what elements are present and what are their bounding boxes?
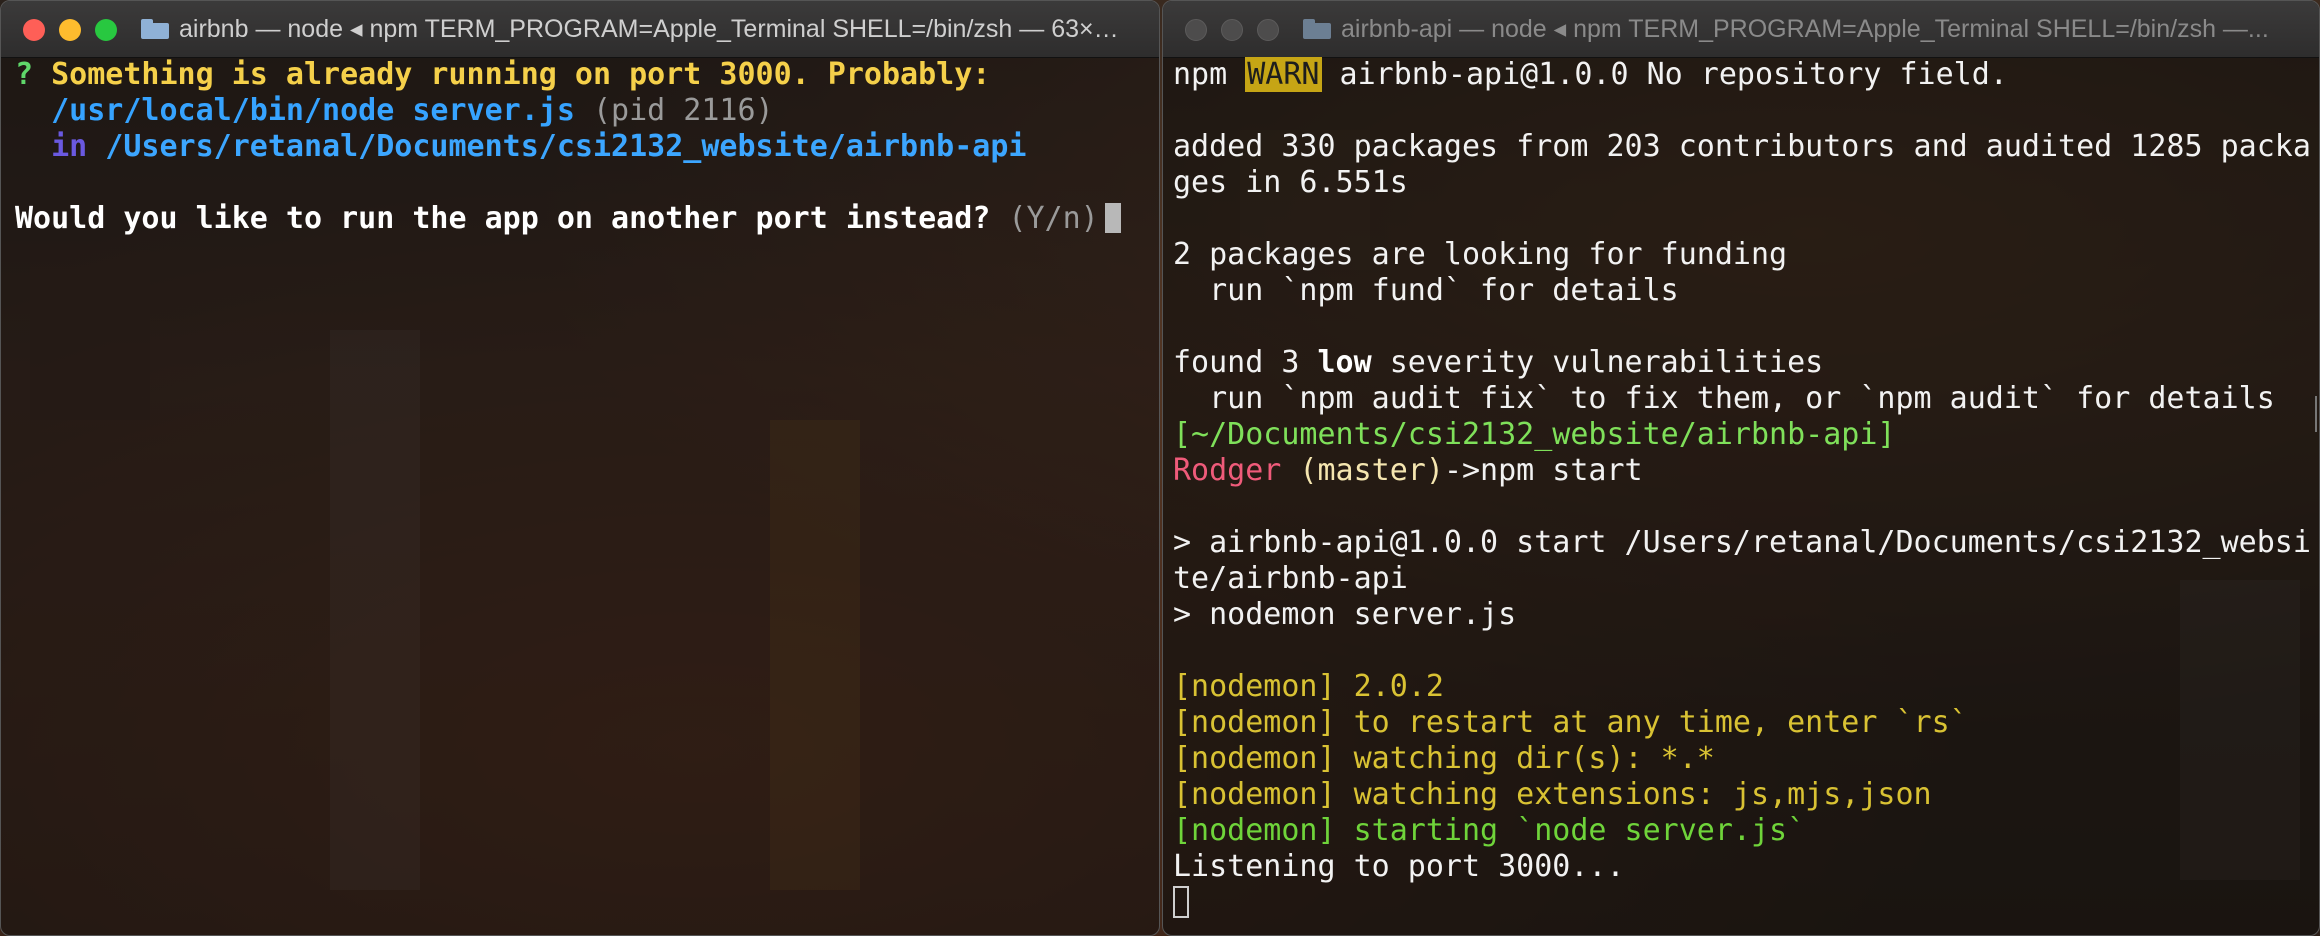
- nodemon-log-line: [nodemon] to restart at any time, enter …: [1173, 705, 1968, 740]
- server-listening-line: Listening to port 3000...: [1173, 849, 1625, 884]
- terminal-line: > airbnb-api@1.0.0 start /Users/retanal/…: [1173, 525, 2311, 560]
- window-controls: [1, 19, 117, 41]
- zoom-button[interactable]: [95, 19, 117, 41]
- nodemon-log-line: [nodemon] 2.0.2: [1173, 669, 1444, 704]
- terminal-line: run `npm fund` for details: [1173, 273, 1679, 308]
- warn-message: airbnb-api@1.0.0 No repository field.: [1321, 57, 2008, 92]
- nodemon-log-line: [nodemon] starting `node server.js`: [1173, 813, 1806, 848]
- terminal-line: /usr/local/bin/node server.js (pid 2116): [15, 93, 1145, 129]
- terminal-line: ? Something is already running on port 3…: [15, 57, 1145, 93]
- terminal-line: Rodger (master)->npm start: [1173, 453, 2309, 489]
- window-title: airbnb — node ◂ npm TERM_PROGRAM=Apple_T…: [141, 1, 1149, 57]
- terminal-line: Would you like to run the app on another…: [15, 201, 1145, 237]
- port-prompt-question: Would you like to run the app on another…: [15, 201, 991, 236]
- warn-badge: WARN: [1245, 57, 1322, 92]
- npm-label: npm: [1173, 57, 1246, 92]
- window-controls: [1163, 19, 1279, 41]
- prompt-directory: [~/Documents/csi2132_website/airbnb-api]: [1173, 417, 1896, 452]
- nodemon-log-line: [nodemon] watching dir(s): *.*: [1173, 741, 1715, 776]
- terminal-line: [1173, 885, 2309, 921]
- scroll-indicator[interactable]: [2311, 396, 2317, 432]
- terminal-line: > nodemon server.js: [1173, 597, 1517, 632]
- prompt-user: Rodger: [1173, 453, 1282, 488]
- terminal-cursor: [1173, 886, 1189, 918]
- process-path: /Users/retanal/Documents/csi2132_website…: [87, 129, 1027, 164]
- window-title-text: airbnb — node ◂ npm TERM_PROGRAM=Apple_T…: [179, 15, 1119, 43]
- minimize-button[interactable]: [59, 19, 81, 41]
- titlebar[interactable]: airbnb — node ◂ npm TERM_PROGRAM=Apple_T…: [1, 1, 1159, 58]
- terminal-line: in /Users/retanal/Documents/csi2132_webs…: [15, 129, 1145, 165]
- terminal-line: ges in 6.551s: [1173, 165, 1408, 200]
- port-conflict-message: Something is already running on port 300…: [33, 57, 991, 92]
- terminal-line: te/airbnb-api: [1173, 561, 1408, 596]
- in-keyword: in: [15, 129, 88, 164]
- terminal-cursor: [1104, 203, 1121, 233]
- terminal-line: 2 packages are looking for funding: [1173, 237, 1788, 272]
- folder-icon: [141, 19, 169, 39]
- terminal-window-airbnb[interactable]: airbnb — node ◂ npm TERM_PROGRAM=Apple_T…: [0, 0, 1160, 936]
- terminal-line: run `npm audit fix` to fix them, or `npm…: [1173, 381, 2275, 416]
- minimize-button[interactable]: [1221, 19, 1243, 41]
- window-title-text: airbnb-api — node ◂ npm TERM_PROGRAM=App…: [1341, 15, 2269, 43]
- close-button[interactable]: [1185, 19, 1207, 41]
- nodemon-log-line: [nodemon] watching extensions: js,mjs,js…: [1173, 777, 1932, 812]
- audit-text: severity vulnerabilities: [1371, 345, 1824, 380]
- port-prompt-hint: (Y/n): [990, 201, 1099, 236]
- window-title: airbnb-api — node ◂ npm TERM_PROGRAM=App…: [1303, 1, 2309, 57]
- process-pid: (pid 2116): [574, 93, 774, 128]
- zoom-button[interactable]: [1257, 19, 1279, 41]
- terminal-window-airbnb-api[interactable]: airbnb-api — node ◂ npm TERM_PROGRAM=App…: [1162, 0, 2320, 936]
- audit-text: found 3: [1173, 345, 1318, 380]
- titlebar[interactable]: airbnb-api — node ◂ npm TERM_PROGRAM=App…: [1163, 1, 2319, 58]
- terminal-line: npm WARN airbnb-api@1.0.0 No repository …: [1173, 57, 2309, 93]
- prompt-command: ->npm start: [1443, 453, 1643, 488]
- terminal-output[interactable]: npm WARN airbnb-api@1.0.0 No repository …: [1163, 57, 2319, 935]
- close-button[interactable]: [23, 19, 45, 41]
- folder-icon: [1303, 19, 1331, 39]
- process-command: /usr/local/bin/node server.js: [15, 93, 575, 128]
- prompt-git-branch: (master): [1281, 453, 1444, 488]
- terminal-output[interactable]: ? Something is already running on port 3…: [1, 57, 1159, 935]
- severity-level: low: [1317, 345, 1372, 380]
- terminal-line: added 330 packages from 203 contributors…: [1173, 129, 2311, 164]
- prompt-question-mark: ?: [15, 57, 34, 92]
- terminal-line: found 3 low severity vulnerabilities: [1173, 345, 2309, 381]
